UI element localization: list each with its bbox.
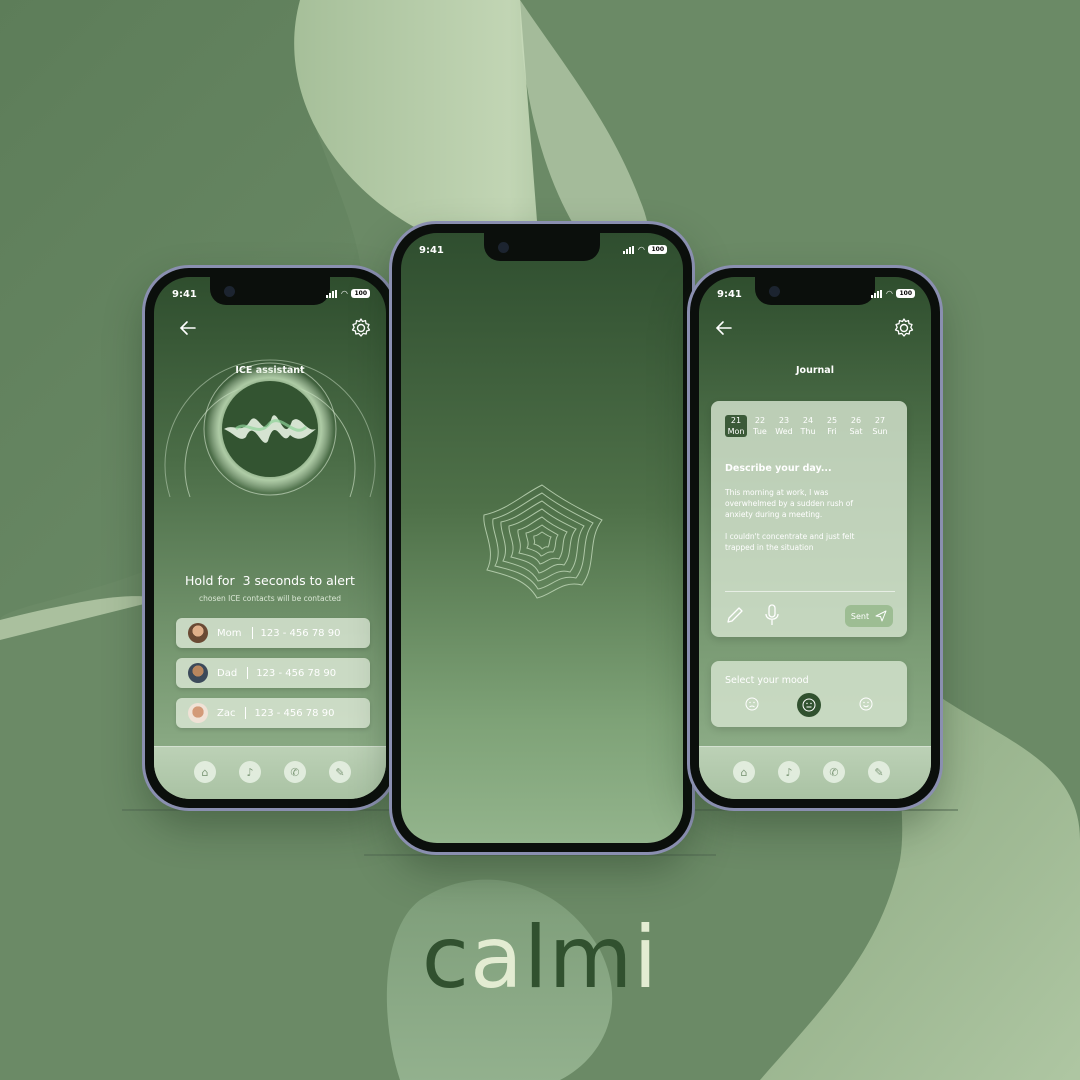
- status-time: 9:41: [419, 245, 444, 256]
- neutral-face-icon: [802, 698, 816, 712]
- day-23[interactable]: 23 Wed: [773, 415, 795, 437]
- sad-face-icon[interactable]: [745, 697, 759, 711]
- journal-card: 21 Mon 22 Tue 23 Wed 24 Thu 25 Fri 26 Sat 27 Su…: [711, 401, 907, 637]
- gear-icon[interactable]: [893, 317, 915, 339]
- home-icon[interactable]: ⌂: [194, 761, 216, 783]
- phone-icon[interactable]: ✆: [823, 761, 845, 783]
- day-25[interactable]: 25 Fri: [821, 415, 843, 437]
- avatar: [188, 703, 208, 723]
- logo-letter: l: [523, 908, 549, 1008]
- hold-subtext: chosen ICE contacts will be contacted: [198, 594, 342, 603]
- brand-logo: calmi: [0, 908, 1080, 1008]
- contact-dad[interactable]: Dad 123 - 456 78 90: [176, 658, 370, 688]
- signal-icon: [623, 245, 635, 254]
- journal-phone: 9:41 ◠ 100 Journal 21 Mon 22 Tue 23 Wed 24 T…: [690, 268, 940, 808]
- logo-letter: a: [470, 908, 524, 1008]
- avatar: [188, 663, 208, 683]
- send-icon: [875, 610, 887, 622]
- logo-letter: c: [421, 908, 470, 1008]
- tab-bar: ⌂ ♪ ✆ ✎: [154, 746, 386, 799]
- journal-prompt: Describe your day...: [725, 463, 832, 474]
- splash-phone: 9:41 ◠ 100: [392, 224, 692, 852]
- status-bar: 9:41 ◠ 100: [401, 243, 683, 261]
- mood-title: Select your mood: [725, 675, 809, 686]
- contact-name: Zac: [217, 707, 236, 719]
- contact-phone: 123 - 456 78 90: [260, 627, 341, 639]
- mic-icon[interactable]: [763, 603, 781, 627]
- status-time: 9:41: [717, 289, 742, 300]
- send-button[interactable]: Sent: [845, 605, 893, 627]
- logo-letter: m: [548, 908, 634, 1008]
- contact-phone: 123 - 456 78 90: [254, 707, 335, 719]
- signal-icon: [871, 289, 883, 298]
- neutral-face-button[interactable]: [797, 693, 821, 717]
- ice-phone: 9:41 ◠ 100 ICE assistant: [145, 268, 395, 808]
- day-27[interactable]: 27 Sun: [869, 415, 891, 437]
- status-time: 9:41: [172, 289, 197, 300]
- status-bar: 9:41 ◠ 100: [154, 287, 386, 305]
- signal-icon: [326, 289, 338, 298]
- battery-icon: 100: [648, 245, 667, 254]
- wifi-icon: ◠: [638, 245, 645, 254]
- journal-entry[interactable]: This morning at work, I was overwhelmed …: [725, 487, 897, 553]
- battery-icon: 100: [351, 289, 370, 298]
- mic-icon[interactable]: ♪: [778, 761, 800, 783]
- pen-icon[interactable]: ✎: [329, 761, 351, 783]
- logo-letter: i: [633, 908, 659, 1008]
- mood-card: Select your mood: [711, 661, 907, 727]
- journal-screen: 9:41 ◠ 100 Journal 21 Mon 22 Tue 23 Wed 24 T…: [699, 277, 931, 799]
- hold-instruction: Hold for 3 seconds to alert: [185, 573, 355, 588]
- day-24[interactable]: 24 Thu: [797, 415, 819, 437]
- avatar: [188, 623, 208, 643]
- contact-name: Dad: [217, 667, 238, 679]
- divider: [725, 591, 895, 592]
- ice-screen: 9:41 ◠ 100 ICE assistant: [154, 277, 386, 799]
- tab-bar: ⌂ ♪ ✆ ✎: [699, 746, 931, 799]
- day-22[interactable]: 22 Tue: [749, 415, 771, 437]
- mic-icon[interactable]: ♪: [239, 761, 261, 783]
- splash-screen: 9:41 ◠ 100: [401, 233, 683, 843]
- status-bar: 9:41 ◠ 100: [699, 287, 931, 305]
- home-icon[interactable]: ⌂: [733, 761, 755, 783]
- voice-orb[interactable]: [154, 317, 386, 537]
- pen-icon[interactable]: ✎: [868, 761, 890, 783]
- phone-icon[interactable]: ✆: [284, 761, 306, 783]
- day-21[interactable]: 21 Mon: [725, 415, 747, 437]
- contact-name: Mom: [217, 627, 242, 639]
- pen-icon[interactable]: [725, 605, 745, 625]
- happy-face-icon[interactable]: [859, 697, 873, 711]
- journal-title: Journal: [796, 365, 834, 376]
- wifi-icon: ◠: [341, 289, 348, 298]
- contact-zac[interactable]: Zac 123 - 456 78 90: [176, 698, 370, 728]
- contact-phone: 123 - 456 78 90: [256, 667, 337, 679]
- battery-icon: 100: [896, 289, 915, 298]
- day-26[interactable]: 26 Sat: [845, 415, 867, 437]
- contact-mom[interactable]: Mom 123 - 456 78 90: [176, 618, 370, 648]
- contour-flower-icon: [483, 484, 603, 599]
- back-arrow-icon[interactable]: [715, 319, 733, 337]
- wifi-icon: ◠: [886, 289, 893, 298]
